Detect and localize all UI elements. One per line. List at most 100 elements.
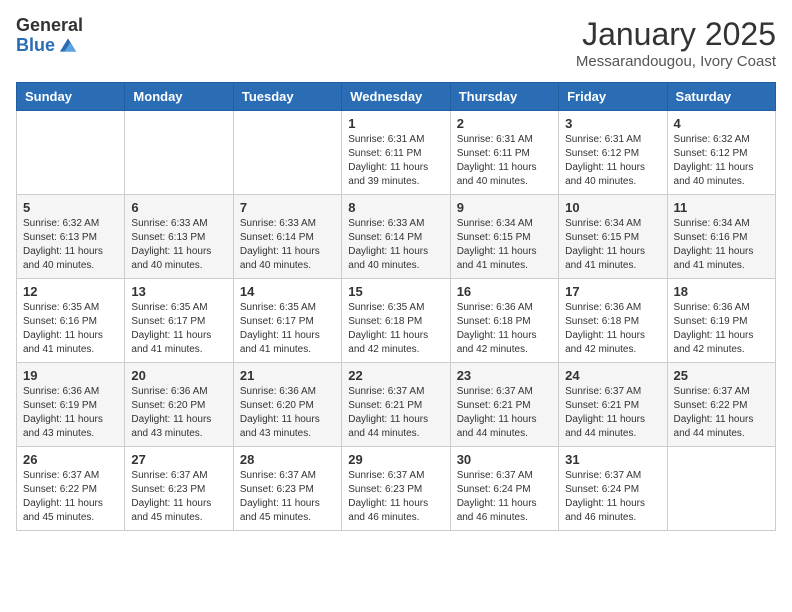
calendar-cell: 22Sunrise: 6:37 AM Sunset: 6:21 PM Dayli…: [342, 363, 450, 447]
calendar-cell: 16 Sunrise: 6:36 AM Sunset: 6:18 PM Dayli…: [450, 279, 558, 363]
calendar-week-3: 12 Sunrise: 6:35 AM Sunset: 6:16 PM Dayli…: [17, 279, 776, 363]
weekday-header-saturday: Saturday: [667, 83, 775, 111]
day-info: Sunrise: 6:35 AM Sunset: 6:18 PM Dayligh…: [348, 301, 443, 357]
day-info: Sunrise: 6:37 AM Sunset: 6:23 PM Dayligh…: [240, 469, 335, 525]
day-number: 16: [457, 284, 552, 299]
day-info: Sunrise: 6:37 AM Sunset: 6:23 PM Dayligh…: [131, 469, 226, 525]
day-number: 29: [348, 452, 443, 467]
calendar-cell: 19 Sunrise: 6:36 AM Sunset: 6:19 PM Dayli…: [17, 363, 125, 447]
calendar-cell: 21Sunrise: 6:36 AM Sunset: 6:20 PM Dayli…: [233, 363, 341, 447]
calendar-week-5: 26Sunrise: 6:37 AM Sunset: 6:22 PM Dayli…: [17, 447, 776, 531]
calendar-cell: 25Sunrise: 6:37 AM Sunset: 6:22 PM Dayli…: [667, 363, 775, 447]
calendar-cell: 12 Sunrise: 6:35 AM Sunset: 6:16 PM Dayli…: [17, 279, 125, 363]
calendar-cell: 2 Sunrise: 6:31 AM Sunset: 6:11 PM Daylig…: [450, 111, 558, 195]
weekday-header-friday: Friday: [559, 83, 667, 111]
day-number: 31: [565, 452, 660, 467]
calendar-cell: 17 Sunrise: 6:36 AM Sunset: 6:18 PM Dayli…: [559, 279, 667, 363]
day-info: Sunrise: 6:33 AM Sunset: 6:13 PM Dayligh…: [131, 217, 226, 273]
calendar-cell: 8 Sunrise: 6:33 AM Sunset: 6:14 PM Daylig…: [342, 195, 450, 279]
day-info: Sunrise: 6:35 AM Sunset: 6:16 PM Dayligh…: [23, 301, 118, 357]
day-info: Sunrise: 6:37 AM Sunset: 6:21 PM Dayligh…: [565, 385, 660, 441]
weekday-header-monday: Monday: [125, 83, 233, 111]
calendar-table: SundayMondayTuesdayWednesdayThursdayFrid…: [16, 82, 776, 531]
day-info: Sunrise: 6:36 AM Sunset: 6:20 PM Dayligh…: [131, 385, 226, 441]
calendar-cell: 15 Sunrise: 6:35 AM Sunset: 6:18 PM Dayli…: [342, 279, 450, 363]
day-number: 14: [240, 284, 335, 299]
day-info: Sunrise: 6:36 AM Sunset: 6:18 PM Dayligh…: [457, 301, 552, 357]
day-number: 17: [565, 284, 660, 299]
location-title: Messarandougou, Ivory Coast: [576, 53, 776, 70]
logo: General Blue: [16, 16, 83, 56]
calendar-cell: 23Sunrise: 6:37 AM Sunset: 6:21 PM Dayli…: [450, 363, 558, 447]
calendar-cell: 14 Sunrise: 6:35 AM Sunset: 6:17 PM Dayli…: [233, 279, 341, 363]
weekday-header-tuesday: Tuesday: [233, 83, 341, 111]
calendar-cell: 11Sunrise: 6:34 AM Sunset: 6:16 PM Dayli…: [667, 195, 775, 279]
day-number: 18: [674, 284, 769, 299]
day-info: Sunrise: 6:37 AM Sunset: 6:24 PM Dayligh…: [457, 469, 552, 525]
calendar-cell: [17, 111, 125, 195]
day-number: 6: [131, 200, 226, 215]
calendar-cell: 27 Sunrise: 6:37 AM Sunset: 6:23 PM Dayli…: [125, 447, 233, 531]
day-number: 27: [131, 452, 226, 467]
day-number: 23: [457, 368, 552, 383]
day-info: Sunrise: 6:37 AM Sunset: 6:24 PM Dayligh…: [565, 469, 660, 525]
calendar-cell: 9 Sunrise: 6:34 AM Sunset: 6:15 PM Daylig…: [450, 195, 558, 279]
calendar-cell: 30 Sunrise: 6:37 AM Sunset: 6:24 PM Dayli…: [450, 447, 558, 531]
day-number: 12: [23, 284, 118, 299]
calendar-cell: [125, 111, 233, 195]
day-number: 19: [23, 368, 118, 383]
calendar-cell: 5 Sunrise: 6:32 AM Sunset: 6:13 PM Daylig…: [17, 195, 125, 279]
calendar-week-2: 5 Sunrise: 6:32 AM Sunset: 6:13 PM Daylig…: [17, 195, 776, 279]
day-number: 2: [457, 116, 552, 131]
day-info: Sunrise: 6:34 AM Sunset: 6:15 PM Dayligh…: [565, 217, 660, 273]
day-info: Sunrise: 6:32 AM Sunset: 6:13 PM Dayligh…: [23, 217, 118, 273]
calendar-cell: [667, 447, 775, 531]
weekday-header-row: SundayMondayTuesdayWednesdayThursdayFrid…: [17, 83, 776, 111]
calendar-cell: 31 Sunrise: 6:37 AM Sunset: 6:24 PM Dayli…: [559, 447, 667, 531]
calendar-cell: 1 Sunrise: 6:31 AM Sunset: 6:11 PM Daylig…: [342, 111, 450, 195]
calendar-cell: 10 Sunrise: 6:34 AM Sunset: 6:15 PM Dayli…: [559, 195, 667, 279]
title-area: January 2025 Messarandougou, Ivory Coast: [576, 16, 776, 70]
day-info: Sunrise: 6:37 AM Sunset: 6:21 PM Dayligh…: [348, 385, 443, 441]
day-info: Sunrise: 6:34 AM Sunset: 6:15 PM Dayligh…: [457, 217, 552, 273]
day-info: Sunrise: 6:37 AM Sunset: 6:22 PM Dayligh…: [23, 469, 118, 525]
day-number: 11: [674, 200, 769, 215]
month-title: January 2025: [576, 16, 776, 53]
day-info: Sunrise: 6:33 AM Sunset: 6:14 PM Dayligh…: [240, 217, 335, 273]
logo-general: General: [16, 16, 83, 34]
weekday-header-sunday: Sunday: [17, 83, 125, 111]
day-info: Sunrise: 6:31 AM Sunset: 6:12 PM Dayligh…: [565, 133, 660, 189]
calendar-cell: 3 Sunrise: 6:31 AM Sunset: 6:12 PM Daylig…: [559, 111, 667, 195]
calendar-cell: 18Sunrise: 6:36 AM Sunset: 6:19 PM Dayli…: [667, 279, 775, 363]
day-info: Sunrise: 6:37 AM Sunset: 6:23 PM Dayligh…: [348, 469, 443, 525]
calendar-cell: 7 Sunrise: 6:33 AM Sunset: 6:14 PM Daylig…: [233, 195, 341, 279]
day-number: 21: [240, 368, 335, 383]
day-info: Sunrise: 6:31 AM Sunset: 6:11 PM Dayligh…: [348, 133, 443, 189]
day-info: Sunrise: 6:36 AM Sunset: 6:18 PM Dayligh…: [565, 301, 660, 357]
day-info: Sunrise: 6:31 AM Sunset: 6:11 PM Dayligh…: [457, 133, 552, 189]
page-header: General Blue January 2025 Messarandougou…: [16, 16, 776, 70]
day-info: Sunrise: 6:35 AM Sunset: 6:17 PM Dayligh…: [240, 301, 335, 357]
day-info: Sunrise: 6:36 AM Sunset: 6:19 PM Dayligh…: [23, 385, 118, 441]
weekday-header-wednesday: Wednesday: [342, 83, 450, 111]
day-info: Sunrise: 6:35 AM Sunset: 6:17 PM Dayligh…: [131, 301, 226, 357]
day-number: 13: [131, 284, 226, 299]
day-number: 9: [457, 200, 552, 215]
day-info: Sunrise: 6:32 AM Sunset: 6:12 PM Dayligh…: [674, 133, 769, 189]
day-number: 15: [348, 284, 443, 299]
day-number: 20: [131, 368, 226, 383]
day-number: 30: [457, 452, 552, 467]
day-number: 3: [565, 116, 660, 131]
calendar-cell: 24Sunrise: 6:37 AM Sunset: 6:21 PM Dayli…: [559, 363, 667, 447]
day-info: Sunrise: 6:33 AM Sunset: 6:14 PM Dayligh…: [348, 217, 443, 273]
day-number: 8: [348, 200, 443, 215]
day-number: 10: [565, 200, 660, 215]
logo-blue: Blue: [16, 36, 55, 54]
calendar-cell: 13 Sunrise: 6:35 AM Sunset: 6:17 PM Dayli…: [125, 279, 233, 363]
day-number: 1: [348, 116, 443, 131]
day-number: 28: [240, 452, 335, 467]
weekday-header-thursday: Thursday: [450, 83, 558, 111]
day-number: 5: [23, 200, 118, 215]
day-number: 7: [240, 200, 335, 215]
calendar-cell: 28 Sunrise: 6:37 AM Sunset: 6:23 PM Dayli…: [233, 447, 341, 531]
